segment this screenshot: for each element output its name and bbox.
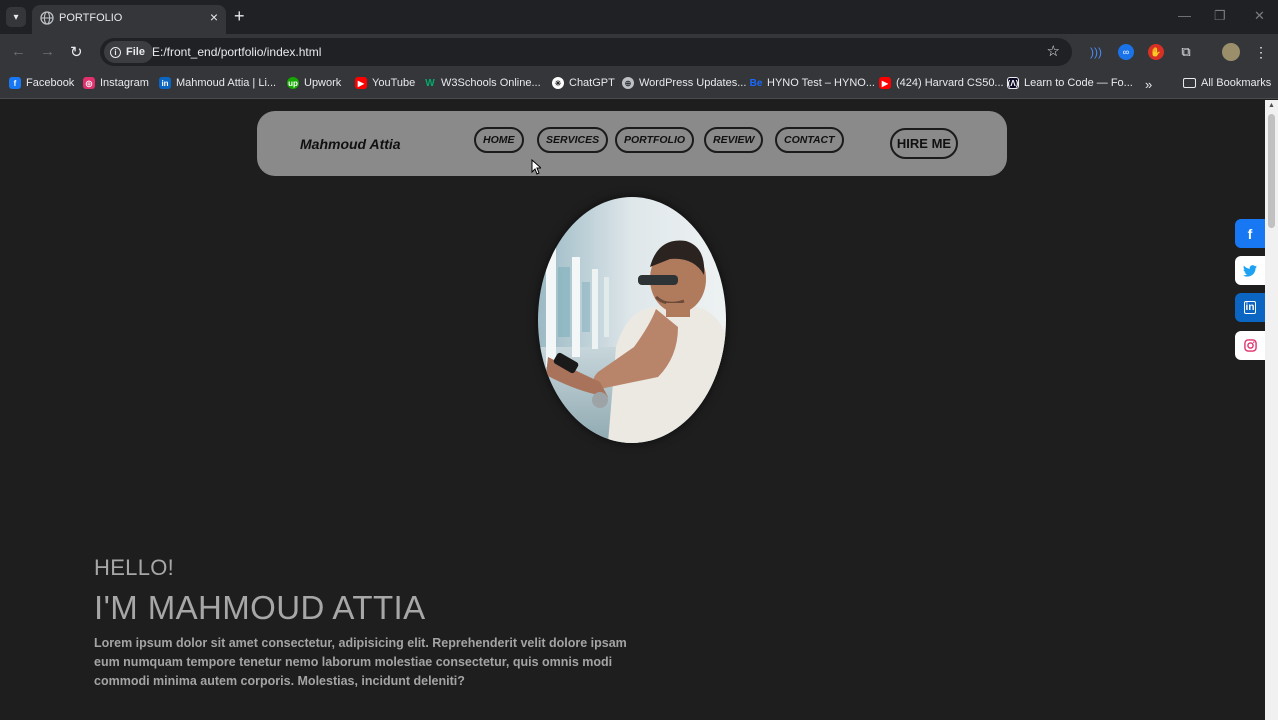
- more-bookmarks-icon[interactable]: »: [1145, 77, 1152, 92]
- tab-search-button[interactable]: ▾: [6, 7, 26, 27]
- readaloud-extension-icon[interactable]: ))): [1088, 44, 1104, 60]
- all-bookmarks-label: All Bookmarks: [1201, 77, 1272, 89]
- bookmark-freecodecamp[interactable]: (Λ) Learn to Code — Fo...: [1007, 77, 1133, 89]
- profile-avatar-icon[interactable]: [1222, 43, 1240, 61]
- bookmark-linkedin[interactable]: in Mahmoud Attia | Li...: [159, 77, 276, 89]
- social-instagram-button[interactable]: [1235, 331, 1265, 360]
- nav-contact[interactable]: CONTACT: [775, 127, 844, 153]
- facebook-icon: f: [9, 77, 21, 89]
- bookmark-label: Instagram: [100, 77, 149, 89]
- greeting-text: HELLO!: [94, 555, 175, 580]
- hero-name-heading: I'M MAHMOUD ATTIA: [94, 589, 426, 626]
- bookmarks-bar: f Facebook ◎ Instagram in Mahmoud Attia …: [0, 71, 1278, 99]
- all-bookmarks-button[interactable]: All Bookmarks: [1183, 77, 1271, 89]
- site-navbar: Mahmoud Attia HOME SERVICES PORTFOLIO RE…: [257, 111, 1007, 176]
- new-tab-icon[interactable]: +: [234, 6, 245, 27]
- tab-bar: ▾ PORTFOLIO × + — ❐ ✕: [0, 0, 1278, 34]
- bookmark-chatgpt[interactable]: ✳ ChatGPT: [552, 77, 615, 89]
- bookmark-label: HYNO Test – HYNO...: [767, 77, 875, 89]
- bookmark-label: Facebook: [26, 77, 75, 89]
- browser-toolbar: ← → ↻ i File E:/front_end/portfolio/inde…: [0, 34, 1278, 71]
- bookmark-label: Upwork: [304, 77, 342, 89]
- bookmark-hyno[interactable]: Be HYNO Test – HYNO...: [750, 77, 875, 89]
- bookmark-label: W3Schools Online...: [441, 77, 541, 89]
- bookmark-wordpress[interactable]: ⊕ WordPress Updates...: [622, 77, 746, 89]
- bookmark-w3schools[interactable]: W W3Schools Online...: [424, 77, 541, 89]
- linkedin-icon: in: [159, 77, 171, 89]
- scrollbar-thumb[interactable]: [1268, 114, 1275, 228]
- nav-services[interactable]: SERVICES: [537, 127, 609, 153]
- upwork-icon: up: [287, 77, 299, 89]
- brand-logo[interactable]: Mahmoud Attia: [300, 136, 401, 152]
- linkedin-icon: in: [1243, 301, 1257, 314]
- globe-icon: [40, 11, 54, 25]
- window-close-icon[interactable]: ✕: [1254, 8, 1265, 24]
- social-linkedin-button[interactable]: in: [1235, 293, 1265, 322]
- hero-bio-text: Lorem ipsum dolor sit amet consectetur, …: [94, 636, 627, 688]
- bookmark-label: Mahmoud Attia | Li...: [176, 77, 277, 89]
- close-icon[interactable]: ×: [210, 9, 218, 25]
- w3schools-icon: W: [425, 77, 435, 89]
- social-twitter-button[interactable]: [1235, 256, 1265, 285]
- scroll-up-arrow-icon[interactable]: ▲: [1268, 102, 1275, 109]
- forward-arrow-icon[interactable]: →: [40, 43, 55, 60]
- facebook-icon: f: [1247, 225, 1253, 242]
- bookmark-star-icon[interactable]: ☆: [1047, 42, 1060, 60]
- stop-extension-icon[interactable]: ✋: [1148, 44, 1164, 60]
- folder-icon: [1183, 78, 1196, 88]
- file-chip-label: File: [126, 46, 145, 58]
- chatgpt-icon: ✳: [552, 77, 564, 89]
- nav-review[interactable]: REVIEW: [704, 127, 764, 153]
- bookmark-label: ChatGPT: [569, 77, 615, 89]
- youtube-icon: ▶: [879, 77, 891, 89]
- instagram-icon: ◎: [83, 77, 95, 89]
- bookmark-label: Learn to Code — Fo...: [1024, 77, 1133, 89]
- page-scrollbar[interactable]: ▲: [1265, 100, 1278, 720]
- reload-icon[interactable]: ↻: [70, 43, 83, 61]
- hire-me-button[interactable]: HIRE ME: [890, 128, 958, 159]
- profile-photo-illustration: [538, 197, 726, 443]
- restore-icon[interactable]: ❐: [1214, 8, 1226, 24]
- bookmark-upwork[interactable]: up Upwork: [287, 77, 341, 89]
- extensions-puzzle-icon[interactable]: ⧉: [1178, 44, 1194, 60]
- bookmark-label: (424) Harvard CS50...: [896, 77, 1004, 89]
- globe-icon: ⊕: [622, 77, 634, 89]
- bookmark-youtube[interactable]: ▶ YouTube: [355, 77, 415, 89]
- tab-portfolio[interactable]: PORTFOLIO ×: [32, 5, 226, 34]
- bookmark-instagram[interactable]: ◎ Instagram: [83, 77, 149, 89]
- url-text[interactable]: E:/front_end/portfolio/index.html: [152, 45, 321, 59]
- info-icon: i: [110, 46, 121, 58]
- bookmark-label: YouTube: [372, 77, 416, 89]
- tab-title: PORTFOLIO: [59, 12, 123, 24]
- freecodecamp-icon: (Λ): [1007, 77, 1019, 89]
- social-facebook-button[interactable]: f: [1235, 219, 1265, 248]
- minimize-icon[interactable]: —: [1178, 8, 1191, 23]
- profile-photo: [538, 197, 726, 443]
- back-arrow-icon[interactable]: ←: [11, 43, 26, 60]
- more-menu-icon[interactable]: ⋮: [1253, 44, 1269, 60]
- twitter-icon: [1243, 264, 1257, 277]
- mouse-cursor-icon: [531, 159, 541, 175]
- address-bar[interactable]: i File E:/front_end/portfolio/index.html…: [100, 38, 1072, 66]
- youtube-icon: ▶: [355, 77, 367, 89]
- instagram-icon: [1243, 339, 1257, 352]
- page-viewport: Mahmoud Attia HOME SERVICES PORTFOLIO RE…: [0, 100, 1265, 720]
- site-info-chip[interactable]: i File: [104, 41, 153, 63]
- nav-portfolio[interactable]: PORTFOLIO: [615, 127, 695, 153]
- infinity-extension-icon[interactable]: ∞: [1118, 44, 1134, 60]
- bookmark-label: WordPress Updates...: [639, 77, 747, 89]
- bookmark-facebook[interactable]: f Facebook: [9, 77, 74, 89]
- behance-icon: Be: [749, 77, 763, 89]
- nav-home[interactable]: HOME: [474, 127, 524, 153]
- bookmark-harvard[interactable]: ▶ (424) Harvard CS50...: [879, 77, 1004, 89]
